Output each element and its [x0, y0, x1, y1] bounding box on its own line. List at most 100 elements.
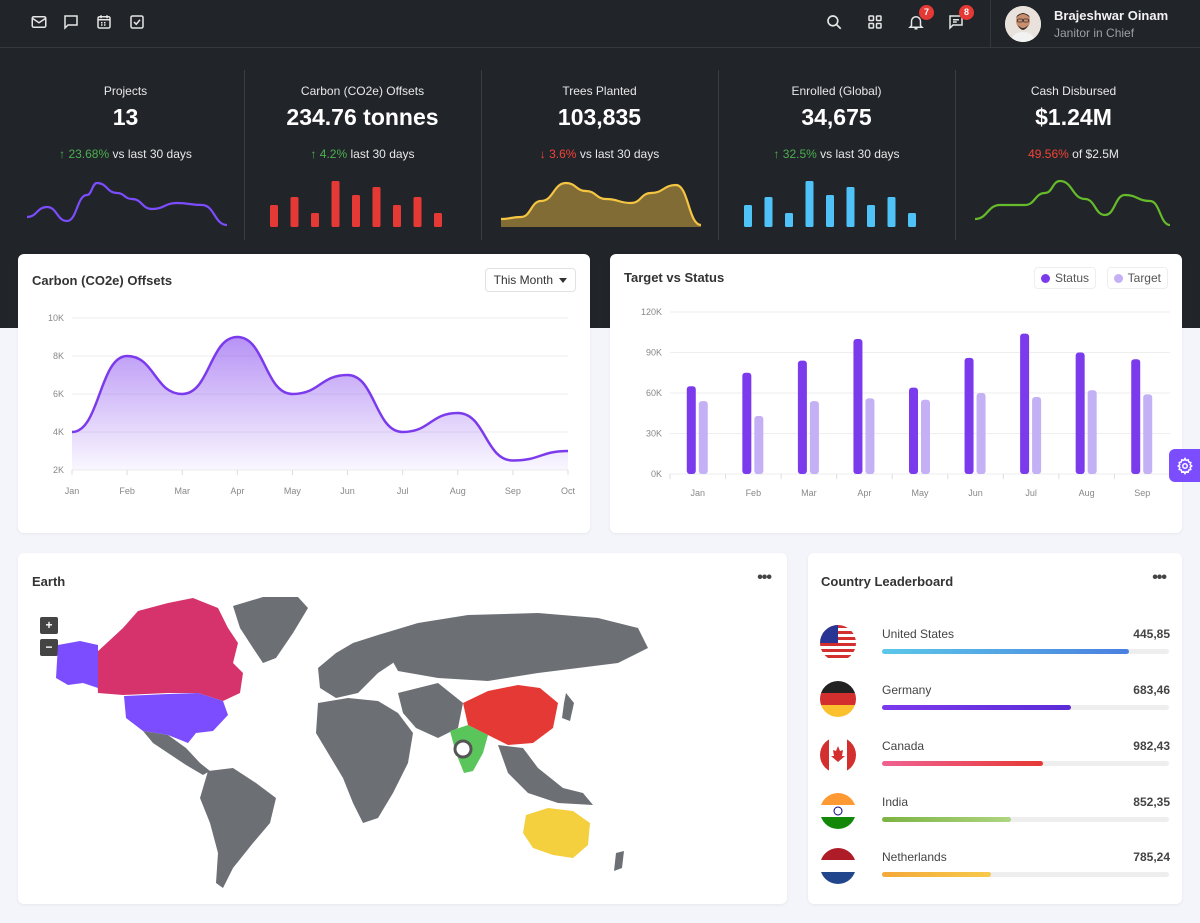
- trend-arrow-icon: ↓: [539, 147, 546, 161]
- spark-bar: [846, 187, 855, 227]
- more-options-icon[interactable]: •••: [1152, 569, 1167, 587]
- spark-bar: [270, 205, 278, 227]
- spark-bar: [434, 213, 442, 227]
- bar-target: [1143, 394, 1153, 474]
- spark-bar: [311, 213, 319, 227]
- spark-bar: [826, 195, 834, 227]
- world-map: [56, 597, 648, 888]
- country-value: 785,24: [1133, 850, 1170, 864]
- x-tick-label: Jun: [340, 486, 355, 496]
- user-name[interactable]: Brajeshwar Oinam: [1054, 8, 1168, 23]
- spark-bar: [352, 195, 360, 227]
- y-tick-label: 8K: [53, 351, 64, 361]
- x-tick-label: Feb: [746, 488, 762, 498]
- country-name: India: [882, 795, 909, 809]
- stat-change: ↓ 3.6% vs last 30 days: [481, 147, 718, 161]
- y-tick-label: 120K: [641, 307, 662, 317]
- stat-value: 34,675: [801, 104, 872, 130]
- y-tick-label: 4K: [53, 427, 64, 437]
- stat-card-trees-planted: Trees Planted 103,835 ↓ 3.6% vs last 30 da…: [481, 70, 718, 240]
- carbon-offsets-panel: Carbon (CO2e) Offsets This Month 10K 8K 6K…: [18, 254, 590, 533]
- apps-grid-icon[interactable]: [865, 12, 885, 32]
- x-tick-label: Jan: [65, 486, 80, 496]
- leaderboard-row[interactable]: Canada 982,43: [820, 737, 1170, 777]
- spark-bar: [785, 213, 793, 227]
- germany-flag-icon: [820, 681, 856, 717]
- stat-label: Carbon (CO2e) Offsets: [300, 84, 425, 98]
- bar-status: [797, 360, 807, 474]
- stat-label: Enrolled (Global): [791, 84, 882, 98]
- country-value: 683,46: [1133, 683, 1170, 697]
- leaderboard-row[interactable]: Germany 683,46: [820, 681, 1170, 721]
- x-tick-label: Sep: [1134, 488, 1150, 498]
- spark-bar: [413, 197, 422, 227]
- progress-fill: [882, 761, 1043, 766]
- y-tick-label: 90K: [646, 348, 662, 358]
- user-divider: [990, 0, 991, 48]
- alaska-region: [56, 641, 98, 688]
- progress-fill: [882, 649, 1129, 654]
- india-flag-icon: [820, 793, 856, 829]
- spark-bar: [331, 181, 340, 227]
- checkbox-icon[interactable]: [127, 12, 147, 32]
- stat-change-suffix: of $2.5M: [1072, 147, 1119, 161]
- progress-track: [882, 872, 1169, 877]
- x-tick-label: Jun: [968, 488, 983, 498]
- bar-status: [1020, 333, 1030, 474]
- bar-target: [698, 401, 708, 474]
- stat-card-enrolled: Enrolled (Global) 34,675 ↑ 32.5% vs last 3…: [718, 70, 955, 240]
- spark-bar: [290, 197, 299, 227]
- settings-button[interactable]: [1169, 449, 1200, 482]
- leaderboard-row[interactable]: Netherlands 785,24: [820, 848, 1170, 888]
- gear-icon: [1176, 456, 1193, 475]
- sparkline-cash-disbursed: [974, 179, 1171, 227]
- bar-status: [686, 386, 696, 474]
- country-value: 852,35: [1133, 795, 1170, 809]
- country-name: Netherlands: [882, 850, 947, 864]
- calendar-icon[interactable]: [94, 12, 114, 32]
- mail-icon[interactable]: [29, 12, 49, 32]
- stat-change-percent: 49.56%: [1028, 147, 1069, 161]
- spark-bar: [867, 205, 875, 227]
- bell-icon[interactable]: 7: [906, 5, 934, 32]
- bar-status: [1131, 359, 1141, 474]
- y-tick-label: 30K: [646, 429, 662, 439]
- chat-icon[interactable]: [61, 12, 81, 32]
- stat-value: 103,835: [557, 104, 642, 130]
- bar-status: [853, 339, 863, 474]
- spark-area: [501, 183, 701, 227]
- bar-status: [1075, 352, 1085, 474]
- bar-status: [742, 372, 752, 474]
- x-tick-label: Aug: [450, 486, 466, 496]
- x-tick-label: Jul: [397, 486, 409, 496]
- spark-bar: [908, 213, 916, 227]
- stat-label: Cash Disbursed: [1030, 84, 1117, 98]
- stat-value: $1.24M: [1035, 104, 1112, 130]
- leaderboard-row[interactable]: India 852,35: [820, 793, 1170, 833]
- spark-line: [974, 179, 1171, 227]
- stat-card-cash-disbursed: Cash Disbursed $1.24M 49.56% of $2.5M: [955, 70, 1192, 240]
- stat-label: Projects: [103, 84, 148, 98]
- bar-status: [909, 387, 918, 474]
- progress-track: [882, 817, 1169, 822]
- stat-value: 13: [112, 104, 139, 130]
- sparkline-trees-planted: [500, 181, 702, 227]
- x-tick-label: Apr: [230, 486, 244, 496]
- country-value: 445,85: [1133, 627, 1170, 641]
- y-tick-label: 6K: [53, 389, 64, 399]
- avatar[interactable]: [1005, 6, 1041, 42]
- carbon-area-chart: 10K 8K 6K 4K 2K Jan Feb Mar Apr May Jun Jul Aug Sep Oc…: [48, 313, 576, 496]
- trend-arrow-icon: ↑: [59, 147, 66, 161]
- panel-title: Country Leaderboard: [821, 574, 954, 589]
- australia-region: [523, 808, 590, 858]
- stat-value: 234.76 tonnes: [286, 104, 439, 130]
- leaderboard-row[interactable]: United States 445,85: [820, 625, 1170, 665]
- message-icon[interactable]: 8: [946, 5, 974, 32]
- search-icon[interactable]: [824, 12, 844, 32]
- bar-target: [921, 399, 930, 474]
- south-america-region: [200, 768, 276, 888]
- bar-status: [964, 357, 974, 474]
- spark-bar: [805, 181, 814, 227]
- earth-map-panel: Earth ••• + −: [18, 553, 787, 904]
- y-tick-label: 60K: [646, 388, 662, 398]
